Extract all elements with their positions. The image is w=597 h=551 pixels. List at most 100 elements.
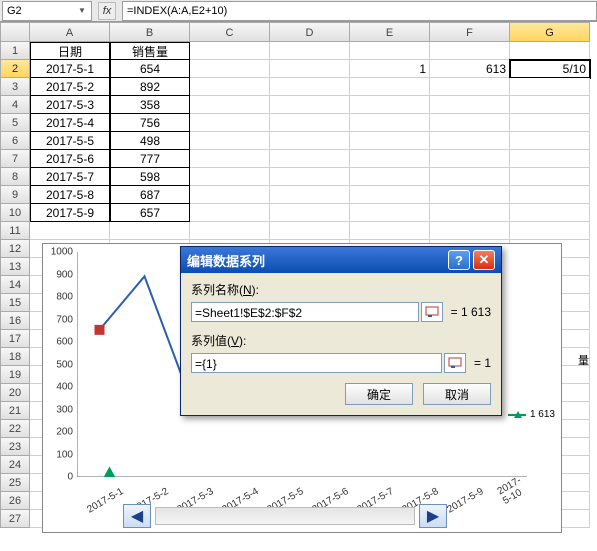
row-header[interactable]: 6 <box>0 132 30 150</box>
cell[interactable] <box>350 42 430 60</box>
cell[interactable] <box>270 186 350 204</box>
cell[interactable] <box>510 114 590 132</box>
cell[interactable] <box>270 78 350 96</box>
cell[interactable]: 687 <box>110 186 190 204</box>
name-box[interactable]: G2 ▼ <box>2 1 92 21</box>
row-header[interactable]: 1 <box>0 42 30 60</box>
cell[interactable] <box>350 114 430 132</box>
cell[interactable] <box>190 222 270 240</box>
row-header[interactable]: 10 <box>0 204 30 222</box>
cell[interactable] <box>350 204 430 222</box>
ok-button[interactable]: 确定 <box>345 383 413 405</box>
help-button[interactable]: ? <box>448 250 470 270</box>
row-header[interactable]: 11 <box>0 222 30 240</box>
cell[interactable]: 2017-5-4 <box>30 114 110 132</box>
row-header[interactable]: 16 <box>0 312 30 330</box>
column-header[interactable] <box>0 22 30 42</box>
cancel-button[interactable]: 取消 <box>423 383 491 405</box>
row-header[interactable]: 20 <box>0 384 30 402</box>
row-header[interactable]: 12 <box>0 240 30 258</box>
row-header[interactable]: 22 <box>0 420 30 438</box>
cell[interactable] <box>510 168 590 186</box>
cell[interactable] <box>190 96 270 114</box>
row-header[interactable]: 27 <box>0 510 30 528</box>
cell[interactable] <box>510 186 590 204</box>
row-header[interactable]: 14 <box>0 276 30 294</box>
cell[interactable] <box>510 204 590 222</box>
cell[interactable] <box>350 186 430 204</box>
cell[interactable]: 5/10 <box>510 60 590 78</box>
cell[interactable] <box>510 96 590 114</box>
dialog-titlebar[interactable]: 编辑数据系列 ? ✕ <box>181 247 501 273</box>
cell[interactable]: 2017-5-3 <box>30 96 110 114</box>
cell[interactable]: 2017-5-9 <box>30 204 110 222</box>
row-header[interactable]: 9 <box>0 186 30 204</box>
nav-prev-button[interactable]: ◀ <box>123 504 151 528</box>
row-header[interactable]: 4 <box>0 96 30 114</box>
cell[interactable] <box>270 114 350 132</box>
cell[interactable] <box>350 78 430 96</box>
collapse-ref-icon[interactable] <box>444 353 466 373</box>
formula-input[interactable]: =INDEX(A:A,E2+10) <box>122 1 597 21</box>
row-header[interactable]: 25 <box>0 474 30 492</box>
cell[interactable] <box>270 222 350 240</box>
cell[interactable] <box>350 168 430 186</box>
cell[interactable] <box>510 78 590 96</box>
fx-icon[interactable]: fx <box>98 2 116 20</box>
cell[interactable] <box>430 78 510 96</box>
row-header[interactable]: 8 <box>0 168 30 186</box>
row-header[interactable]: 3 <box>0 78 30 96</box>
cell[interactable] <box>430 96 510 114</box>
cell[interactable] <box>270 168 350 186</box>
cell[interactable] <box>190 78 270 96</box>
cell[interactable] <box>430 42 510 60</box>
column-header[interactable]: E <box>350 22 430 42</box>
cell[interactable] <box>350 222 430 240</box>
row-header[interactable]: 7 <box>0 150 30 168</box>
cell[interactable] <box>350 150 430 168</box>
cell[interactable] <box>190 42 270 60</box>
row-header[interactable]: 26 <box>0 492 30 510</box>
cell[interactable]: 2017-5-5 <box>30 132 110 150</box>
cell[interactable]: 2017-5-8 <box>30 186 110 204</box>
column-header[interactable]: C <box>190 22 270 42</box>
row-header[interactable]: 17 <box>0 330 30 348</box>
row-header[interactable]: 2 <box>0 60 30 78</box>
cell[interactable] <box>270 132 350 150</box>
cell[interactable] <box>30 222 110 240</box>
row-header[interactable]: 5 <box>0 114 30 132</box>
cell[interactable]: 498 <box>110 132 190 150</box>
row-header[interactable]: 21 <box>0 402 30 420</box>
cell[interactable] <box>270 42 350 60</box>
cell[interactable]: 756 <box>110 114 190 132</box>
cell[interactable] <box>190 186 270 204</box>
cell[interactable] <box>350 96 430 114</box>
column-header[interactable]: F <box>430 22 510 42</box>
cell[interactable] <box>430 150 510 168</box>
nav-scrollbar[interactable] <box>155 507 415 525</box>
cell[interactable] <box>510 222 590 240</box>
cell[interactable]: 2017-5-6 <box>30 150 110 168</box>
row-header[interactable]: 13 <box>0 258 30 276</box>
collapse-ref-icon[interactable] <box>421 302 443 322</box>
close-button[interactable]: ✕ <box>473 250 495 270</box>
cell[interactable]: 654 <box>110 60 190 78</box>
cell[interactable] <box>270 150 350 168</box>
cell[interactable] <box>430 114 510 132</box>
cell[interactable] <box>510 42 590 60</box>
cell[interactable] <box>190 168 270 186</box>
column-header[interactable]: D <box>270 22 350 42</box>
column-header[interactable]: A <box>30 22 110 42</box>
cell[interactable]: 2017-5-1 <box>30 60 110 78</box>
cell[interactable]: 销售量 <box>110 42 190 60</box>
cell[interactable]: 2017-5-2 <box>30 78 110 96</box>
row-header[interactable]: 23 <box>0 438 30 456</box>
cell[interactable]: 892 <box>110 78 190 96</box>
cell[interactable]: 1 <box>350 60 430 78</box>
nav-next-button[interactable]: ▶ <box>419 504 447 528</box>
row-header[interactable]: 24 <box>0 456 30 474</box>
cell[interactable] <box>510 132 590 150</box>
cell[interactable]: 777 <box>110 150 190 168</box>
series-values-input[interactable]: ={1} <box>191 353 442 373</box>
cell[interactable] <box>430 186 510 204</box>
